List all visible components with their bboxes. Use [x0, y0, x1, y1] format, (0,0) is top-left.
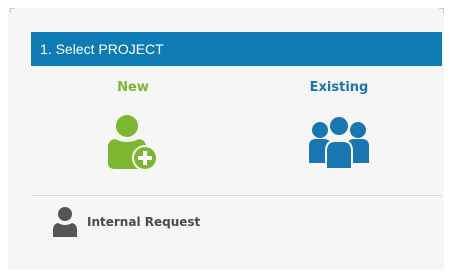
section-header: 1. Select PROJECT [31, 32, 442, 66]
existing-project-option[interactable]: Existing [279, 79, 399, 171]
user-group-icon [309, 115, 369, 170]
divider [31, 195, 442, 196]
new-project-label: New [117, 80, 149, 95]
internal-request-option[interactable]: Internal Request [52, 206, 200, 238]
corner-mark [439, 8, 444, 13]
corner-mark [10, 8, 15, 13]
user-icon [53, 207, 77, 237]
new-project-option[interactable]: New [73, 79, 193, 173]
add-user-icon [108, 115, 158, 171]
existing-project-label: Existing [309, 80, 369, 95]
internal-request-label: Internal Request [87, 215, 201, 229]
